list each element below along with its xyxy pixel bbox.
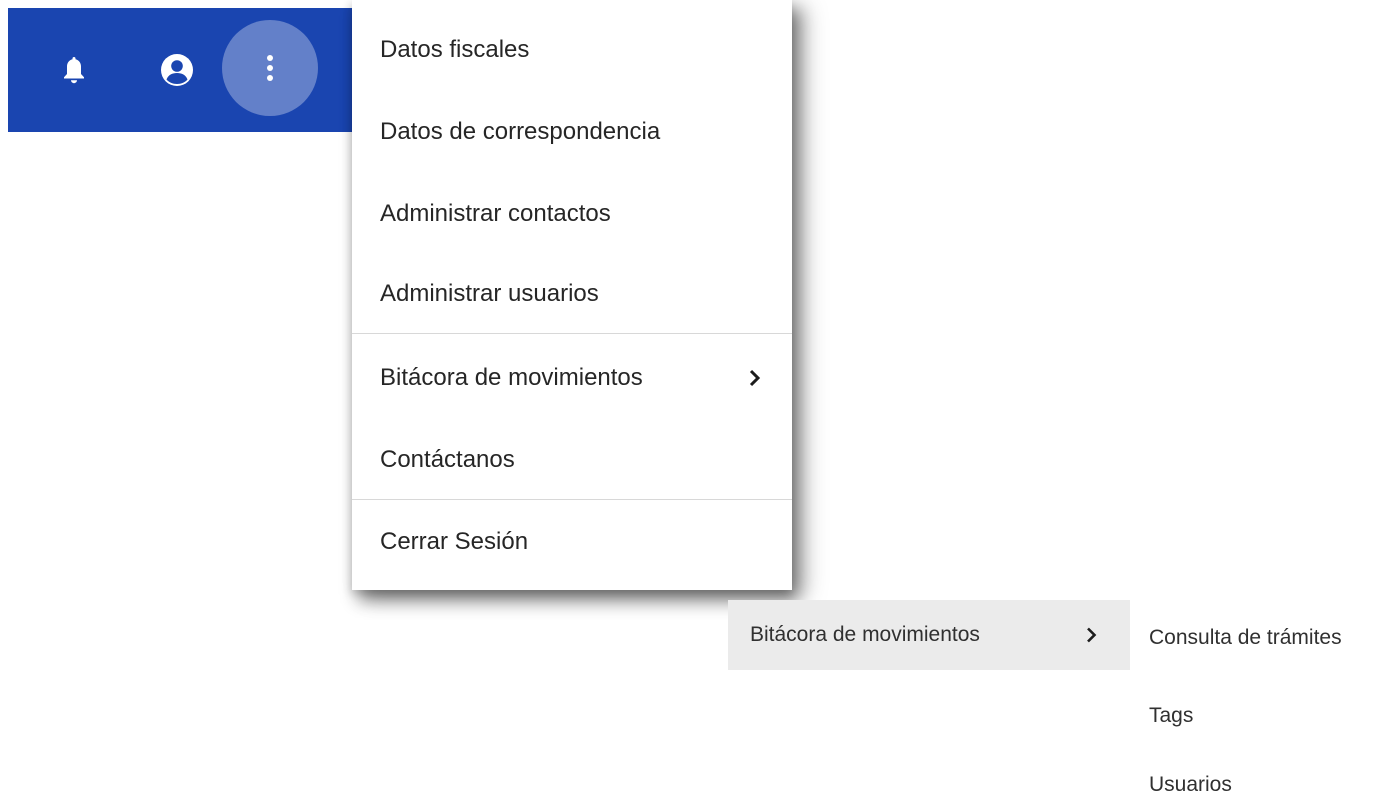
- menu-item-datos-correspondencia[interactable]: Datos de correspondencia: [352, 104, 792, 160]
- submenu-item-label: Tags: [1149, 704, 1194, 727]
- bell-icon[interactable]: [54, 50, 94, 90]
- menu-item-contactanos[interactable]: Contáctanos: [352, 432, 792, 488]
- submenu-item-label: Consulta de trámites: [1149, 626, 1342, 649]
- submenu-item-tags[interactable]: Tags: [1131, 686, 1392, 746]
- menu-item-label: Datos de correspondencia: [380, 118, 661, 145]
- menu-item-administrar-usuarios[interactable]: Administrar usuarios: [352, 266, 792, 322]
- menu-item-administrar-contactos[interactable]: Administrar contactos: [352, 186, 792, 242]
- menu-item-label: Datos fiscales: [380, 36, 530, 63]
- menu-item-bitacora-movimientos[interactable]: Bitácora de movimientos: [352, 350, 792, 406]
- menu-item-datos-fiscales[interactable]: Datos fiscales: [352, 22, 792, 78]
- screen: Datos fiscales Datos de correspondencia …: [0, 0, 1392, 795]
- submenu-item-usuarios[interactable]: Usuarios: [1131, 755, 1392, 795]
- submenu-trigger-bitacora[interactable]: Bitácora de movimientos: [728, 600, 1130, 670]
- menu-item-cerrar-sesion[interactable]: Cerrar Sesión: [352, 514, 792, 570]
- chevron-right-icon: [749, 369, 761, 387]
- overflow-menu: Datos fiscales Datos de correspondencia …: [352, 0, 792, 590]
- submenu-item-consulta-tramites[interactable]: Consulta de trámites: [1131, 608, 1392, 668]
- more-vert-icon[interactable]: [222, 20, 318, 116]
- menu-item-label: Administrar contactos: [380, 200, 611, 227]
- menu-divider: [352, 333, 792, 334]
- submenu-item-label: Usuarios: [1149, 773, 1232, 795]
- account-circle-icon[interactable]: [157, 50, 197, 90]
- menu-divider: [352, 499, 792, 500]
- top-toolbar: [8, 8, 364, 132]
- menu-item-label: Contáctanos: [380, 446, 515, 473]
- menu-item-label: Bitácora de movimientos: [380, 364, 643, 391]
- chevron-right-icon: [1087, 627, 1097, 643]
- submenu-trigger-label: Bitácora de movimientos: [750, 623, 980, 646]
- menu-item-label: Cerrar Sesión: [380, 528, 529, 555]
- menu-item-label: Administrar usuarios: [380, 280, 599, 307]
